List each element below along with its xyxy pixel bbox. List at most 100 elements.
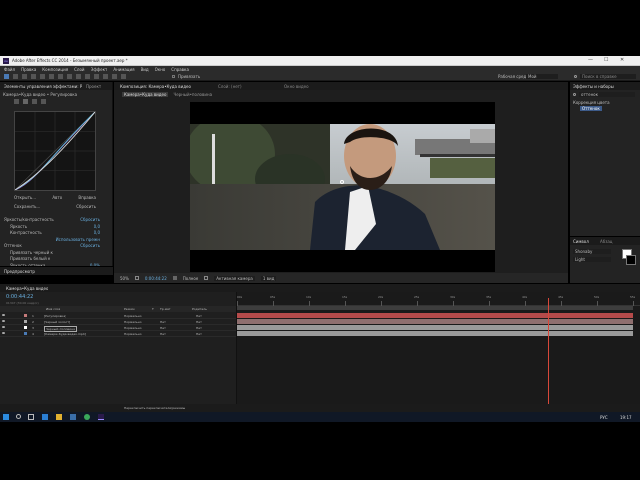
help-search-input[interactable]: Поиск в справке — [580, 74, 636, 79]
toggle-switches-modes[interactable]: Переключить переключатели/режимы — [124, 406, 185, 410]
layer-parent-select[interactable]: Нет — [196, 326, 202, 330]
zoom-tool-icon[interactable] — [22, 74, 27, 79]
menu-item[interactable]: Окно — [155, 67, 166, 72]
reset-button[interactable]: Сбросить — [76, 204, 96, 209]
layer-mode-select[interactable]: Нормально — [124, 326, 142, 330]
layer-parent-select[interactable]: Нет — [196, 332, 202, 336]
pan-tool-icon[interactable] — [49, 74, 54, 79]
roto-tool-icon[interactable] — [112, 74, 117, 79]
store-icon[interactable] — [70, 414, 76, 420]
tab-character[interactable]: Символ — [573, 239, 589, 244]
tab-composition[interactable]: Композиция: Камера•Куда видео — [120, 84, 191, 89]
hand-tool-icon[interactable] — [13, 74, 18, 79]
maximize-button[interactable]: ☐ — [604, 57, 608, 63]
minimize-button[interactable]: — — [588, 57, 593, 63]
visibility-eye-icon[interactable] — [2, 314, 5, 316]
keyboard-language[interactable]: РУС — [600, 415, 608, 420]
tab-effects-presets[interactable]: Эффекты и наборы — [573, 84, 614, 89]
windows-start-icon[interactable] — [3, 414, 9, 420]
subtab-solid[interactable]: Черный•половина — [171, 92, 214, 97]
layer-parent-select[interactable]: Нет — [196, 314, 202, 318]
tab-project[interactable]: Проект — [86, 84, 101, 89]
subtab-main[interactable]: Камера•Куда видео — [122, 92, 169, 97]
layer-trkmat-select[interactable]: Нет — [160, 332, 166, 336]
chrome-icon[interactable] — [84, 414, 90, 420]
smooth-button[interactable]: Вправка — [78, 195, 96, 200]
category-color-correction[interactable]: Коррекция цвета — [573, 100, 610, 105]
layer-duration-bar[interactable] — [237, 313, 633, 318]
puppet-tool-icon[interactable] — [121, 74, 126, 79]
work-area-bar[interactable] — [237, 306, 633, 310]
grid-icon[interactable] — [32, 99, 37, 104]
snap-checkbox[interactable] — [172, 75, 175, 78]
layer-trkmat-select[interactable]: Нет — [160, 326, 166, 330]
layer-duration-bar[interactable] — [237, 325, 633, 330]
layer-mode-select[interactable]: Нормально — [124, 314, 142, 318]
auto-button[interactable]: Авто — [52, 195, 62, 200]
tab-paragraph[interactable]: Абзац — [600, 239, 613, 244]
tab-timeline[interactable]: Камера•Куда видео — [6, 286, 48, 291]
eraser-tool-icon[interactable] — [103, 74, 108, 79]
stroke-color-swatch[interactable] — [626, 255, 636, 265]
curve-graph-icon[interactable] — [23, 99, 28, 104]
layer-duration-bar[interactable] — [237, 331, 633, 336]
layer-name[interactable]: [Черный холост] — [44, 320, 70, 324]
after-effects-task-icon[interactable] — [98, 414, 104, 420]
effect-item-tint[interactable]: Оттенок — [580, 106, 602, 111]
effects-search-input[interactable]: оттенок — [579, 92, 635, 97]
layer-row[interactable]: 4 [Камера•Куда видео.mp4] Нормально Нет Нет — [0, 331, 236, 337]
clock-time[interactable]: 19:17 — [620, 415, 632, 420]
save-button[interactable]: Сохранить... — [14, 204, 40, 209]
tab-footage[interactable]: Окно видео — [284, 84, 309, 89]
layer-parent-select[interactable]: Нет — [196, 320, 202, 324]
selection-tool-icon[interactable] — [4, 74, 9, 79]
menu-item[interactable]: Правка — [21, 67, 36, 72]
explorer-icon[interactable] — [56, 414, 62, 420]
playhead[interactable] — [547, 298, 549, 412]
layer-name[interactable]: [Камера•Куда видео.mp4] — [44, 332, 86, 336]
timeline-timecode[interactable]: 0:00:44:22 — [6, 294, 33, 300]
menu-item[interactable]: Справка — [171, 67, 189, 72]
visibility-eye-icon[interactable] — [2, 332, 5, 334]
stamp-tool-icon[interactable] — [94, 74, 99, 79]
close-button[interactable]: ✕ — [620, 57, 624, 63]
workspace-select[interactable]: Мой — [526, 74, 558, 79]
zoom-select[interactable]: 50% — [120, 276, 129, 281]
curves-graph[interactable] — [14, 111, 96, 191]
font-family-select[interactable]: Shonaby — [573, 249, 611, 254]
menu-item[interactable]: Анимация — [113, 67, 134, 72]
effect-property-row[interactable]: Яркость оттенка 0,0% — [2, 263, 110, 267]
tab-effect-controls[interactable]: Элементы управления эффектами: Регулиров… — [4, 84, 82, 89]
edge-icon[interactable] — [42, 414, 48, 420]
rgb-channel-icon[interactable] — [14, 99, 19, 104]
text-tool-icon[interactable] — [76, 74, 81, 79]
rotate-tool-icon[interactable] — [31, 74, 36, 79]
layer-mode-select[interactable]: Нормально — [124, 320, 142, 324]
layer-trkmat-select[interactable]: Нет — [160, 320, 166, 324]
menu-item[interactable]: Слой — [74, 67, 84, 72]
font-style-select[interactable]: Light — [573, 257, 611, 262]
menu-item[interactable]: Композиция — [42, 67, 68, 72]
camera-select[interactable]: Активная камера — [214, 275, 255, 281]
grid-toggle-icon[interactable] — [134, 276, 139, 280]
open-button[interactable]: Открыть... — [14, 195, 36, 200]
comp-viewer[interactable] — [190, 102, 495, 272]
time-ruler[interactable]: 00s 05s 10s 15s 20s 25s 30s 35s 40s 45s 50s 55s — [237, 294, 640, 306]
search-taskbar-icon[interactable] — [16, 414, 21, 419]
comp-timecode[interactable]: 0:00:44:22 — [145, 276, 167, 281]
effect-property-value[interactable]: 0,0% — [90, 263, 100, 267]
tab-layer[interactable]: Слой: (нет) — [218, 84, 242, 89]
resolution-select[interactable]: Полное — [183, 276, 199, 281]
layer-mode-select[interactable]: Нормально — [124, 332, 142, 336]
pen-tool-icon[interactable] — [67, 74, 72, 79]
roi-icon[interactable] — [204, 276, 209, 280]
menu-item[interactable]: Вид — [141, 67, 149, 72]
visibility-eye-icon[interactable] — [2, 320, 5, 322]
camera-tool-icon[interactable] — [40, 74, 45, 79]
preview-label[interactable]: Предпросмотр — [4, 269, 35, 274]
layer-name[interactable]: [Регулировка] — [44, 314, 66, 318]
snapshot-icon[interactable] — [172, 276, 177, 280]
menu-item[interactable]: Эффект — [91, 67, 108, 72]
timeline-graph[interactable]: 00s 05s 10s 15s 20s 25s 30s 35s 40s 45s 50s 55s — [236, 292, 640, 412]
menu-item[interactable]: Файл — [4, 67, 15, 72]
